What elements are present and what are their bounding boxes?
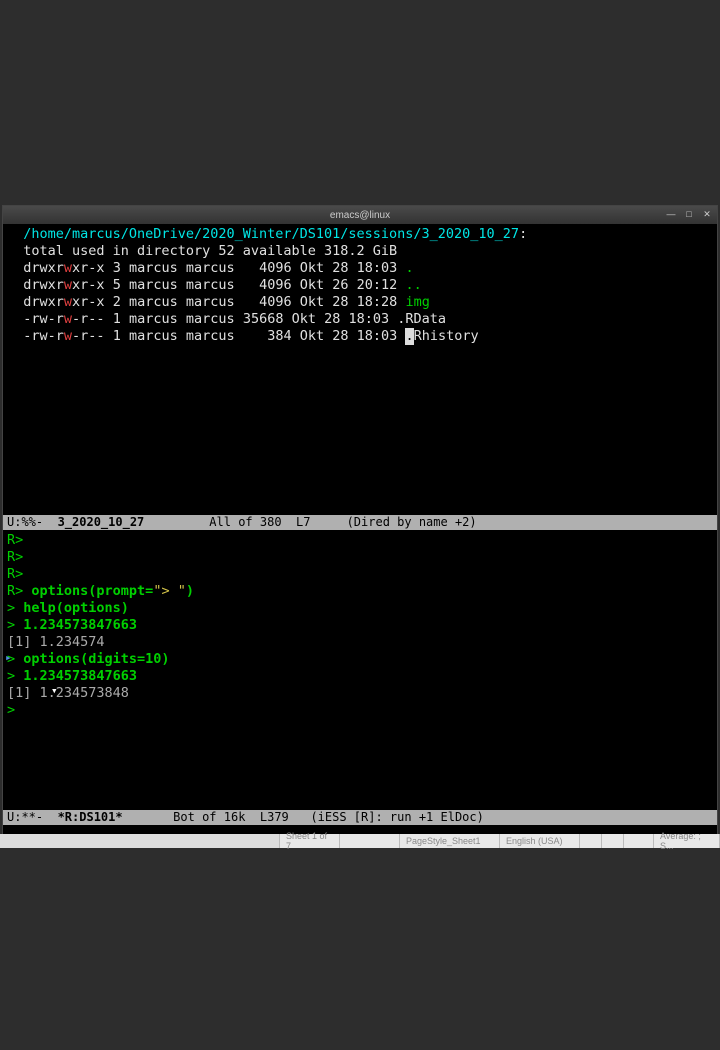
window-controls: — □ ✕ — [665, 208, 713, 220]
dired-file[interactable]: Rhistory — [414, 328, 479, 344]
r-command: 1.234573847663 — [23, 668, 137, 684]
close-icon[interactable]: ✕ — [701, 208, 713, 220]
dired-path: /home/marcus/OneDrive/2020_Winter/DS101/… — [23, 226, 519, 242]
dired-file[interactable]: . — [405, 260, 413, 276]
fringe-indicator-icon: ▸ — [5, 649, 12, 666]
buffer-name: *R:DS101* — [58, 810, 123, 824]
r-command: help(options) — [23, 600, 129, 616]
modeline-lower[interactable]: U:**- *R:DS101* Bot of 16k L379 (iESS [R… — [3, 810, 717, 825]
background-statusbar: Sheet 1 of 7 PageStyle_Sheet1 English (U… — [0, 834, 720, 848]
maximize-icon[interactable]: □ — [683, 208, 695, 220]
r-prompt[interactable]: > — [7, 702, 15, 718]
page-style: PageStyle_Sheet1 — [400, 834, 500, 848]
r-command: 1.234573847663 — [23, 617, 137, 633]
r-pane[interactable]: R> R> R> R> options(prompt="> ") > help(… — [3, 530, 717, 810]
r-output: [1] 1.234574 — [7, 634, 105, 650]
dired-file[interactable]: img — [405, 294, 429, 310]
language-indicator: English (USA) — [500, 834, 580, 848]
r-command: options(digits=10) — [23, 651, 169, 667]
r-output: [1] 1.234573848 — [7, 685, 129, 701]
cursor: . — [405, 328, 413, 345]
background-statusbar-left — [0, 834, 280, 848]
sheet-indicator: Sheet 1 of 7 — [280, 834, 340, 848]
dired-file[interactable]: .RData — [397, 311, 446, 327]
dired-total: total used in directory 52 available 318… — [23, 243, 397, 259]
dired-pane[interactable]: /home/marcus/OneDrive/2020_Winter/DS101/… — [3, 224, 717, 515]
titlebar[interactable]: emacs@linux — □ ✕ — [3, 206, 717, 224]
minimize-icon[interactable]: — — [665, 208, 677, 220]
emacs-window: emacs@linux — □ ✕ /home/marcus/OneDrive/… — [2, 205, 718, 842]
average-indicator: Average: ; S... — [654, 834, 720, 848]
modeline-upper[interactable]: U:%%- 3_2020_10_27 All of 380 L7 (Dired … — [3, 515, 717, 530]
r-command: options(prompt= — [31, 583, 153, 599]
buffer-name: 3_2020_10_27 — [58, 515, 145, 529]
dired-file[interactable]: .. — [405, 277, 421, 293]
mouse-cursor-icon: ▾ — [51, 682, 58, 699]
window-title: emacs@linux — [330, 210, 390, 221]
